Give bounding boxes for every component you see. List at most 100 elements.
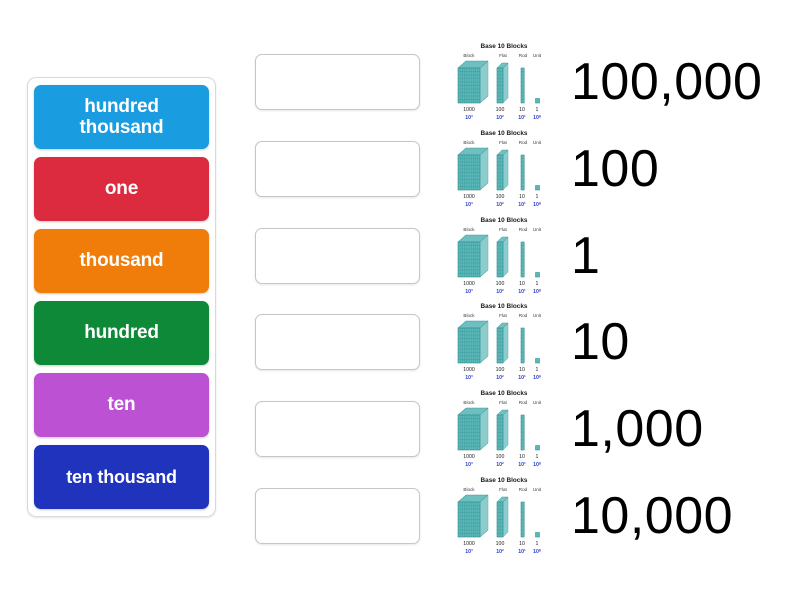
answer-row-1: Base 10 Blocks Block Flat Rod Unit 1000 … [455, 39, 795, 125]
svg-text:100: 100 [496, 281, 505, 287]
svg-text:Base 10 Blocks: Base 10 Blocks [481, 217, 528, 224]
numeral-value: 10,000 [571, 487, 734, 545]
base10-blocks-figure: Base 10 Blocks Block Flat Rod Unit 1000 … [455, 299, 553, 385]
drop-zone-1[interactable] [255, 54, 420, 110]
svg-text:1: 1 [536, 194, 539, 200]
svg-text:Flat: Flat [499, 140, 507, 145]
word-tile-one[interactable]: one [34, 157, 209, 221]
svg-text:10²: 10² [496, 462, 504, 468]
svg-text:10¹: 10¹ [518, 375, 526, 381]
svg-text:Unit: Unit [533, 313, 542, 318]
svg-text:Rod: Rod [519, 487, 528, 492]
svg-text:10⁰: 10⁰ [533, 549, 541, 555]
svg-text:Flat: Flat [499, 53, 507, 58]
svg-text:100: 100 [496, 367, 505, 373]
svg-text:10²: 10² [496, 375, 504, 381]
svg-text:10: 10 [519, 454, 525, 460]
svg-text:10: 10 [519, 194, 525, 200]
svg-text:1: 1 [536, 107, 539, 113]
svg-text:Base 10 Blocks: Base 10 Blocks [481, 43, 528, 50]
svg-text:1: 1 [536, 541, 539, 547]
svg-text:Base 10 Blocks: Base 10 Blocks [481, 303, 528, 310]
svg-text:1: 1 [536, 367, 539, 373]
svg-text:1000: 1000 [463, 194, 475, 200]
svg-text:10³: 10³ [465, 289, 473, 295]
word-tile-hundred-thousand[interactable]: hundred thousand [34, 85, 209, 149]
svg-text:10¹: 10¹ [518, 202, 526, 208]
svg-text:10²: 10² [496, 115, 504, 121]
word-tile-tray: hundred thousand one thousand hundred te… [27, 77, 216, 517]
svg-text:100: 100 [496, 107, 505, 113]
svg-text:100: 100 [496, 194, 505, 200]
base10-blocks-figure: Base 10 Blocks Block Flat Rod Unit 1000 … [455, 39, 553, 125]
svg-text:Unit: Unit [533, 400, 542, 405]
svg-text:1000: 1000 [463, 541, 475, 547]
svg-text:10⁰: 10⁰ [533, 115, 541, 121]
svg-text:Block: Block [463, 53, 475, 58]
svg-text:Base 10 Blocks: Base 10 Blocks [481, 390, 528, 397]
answer-row-5: Base 10 Blocks Block Flat Rod Unit 1000 … [455, 386, 795, 472]
activity-canvas: hundred thousand one thousand hundred te… [0, 0, 800, 600]
word-tile-hundred[interactable]: hundred [34, 301, 209, 365]
svg-text:Flat: Flat [499, 313, 507, 318]
svg-text:Flat: Flat [499, 227, 507, 232]
svg-text:Block: Block [463, 227, 475, 232]
svg-text:10: 10 [519, 367, 525, 373]
svg-text:10²: 10² [496, 289, 504, 295]
svg-text:10¹: 10¹ [518, 115, 526, 121]
svg-text:10³: 10³ [465, 375, 473, 381]
svg-text:10¹: 10¹ [518, 289, 526, 295]
svg-text:Block: Block [463, 140, 475, 145]
svg-text:10¹: 10¹ [518, 549, 526, 555]
word-tile-thousand[interactable]: thousand [34, 229, 209, 293]
svg-text:1: 1 [536, 281, 539, 287]
drop-zone-2[interactable] [255, 141, 420, 197]
svg-text:Unit: Unit [533, 53, 542, 58]
svg-text:Rod: Rod [519, 227, 528, 232]
word-tile-ten-thousand[interactable]: ten thousand [34, 445, 209, 509]
svg-text:10⁰: 10⁰ [533, 289, 541, 295]
svg-text:Rod: Rod [519, 53, 528, 58]
answer-row-6: Base 10 Blocks Block Flat Rod Unit 1000 … [455, 473, 795, 559]
svg-text:Rod: Rod [519, 140, 528, 145]
svg-text:10³: 10³ [465, 549, 473, 555]
svg-text:Base 10 Blocks: Base 10 Blocks [481, 477, 528, 484]
svg-text:10³: 10³ [465, 462, 473, 468]
answer-row-2: Base 10 Blocks Block Flat Rod Unit 1000 … [455, 126, 795, 212]
svg-text:Rod: Rod [519, 313, 528, 318]
drop-zone-6[interactable] [255, 488, 420, 544]
svg-text:10³: 10³ [465, 115, 473, 121]
svg-text:Block: Block [463, 313, 475, 318]
base10-blocks-figure: Base 10 Blocks Block Flat Rod Unit 1000 … [455, 213, 553, 299]
base10-blocks-figure: Base 10 Blocks Block Flat Rod Unit 1000 … [455, 473, 553, 559]
drop-zone-4[interactable] [255, 314, 420, 370]
numeral-value: 1 [571, 227, 601, 285]
svg-text:Block: Block [463, 400, 475, 405]
svg-text:Base 10 Blocks: Base 10 Blocks [481, 130, 528, 137]
svg-text:Unit: Unit [533, 487, 542, 492]
word-tile-ten[interactable]: ten [34, 373, 209, 437]
answer-row-4: Base 10 Blocks Block Flat Rod Unit 1000 … [455, 299, 795, 385]
svg-text:1000: 1000 [463, 367, 475, 373]
drop-zone-5[interactable] [255, 401, 420, 457]
base10-blocks-figure: Base 10 Blocks Block Flat Rod Unit 1000 … [455, 386, 553, 472]
svg-text:Unit: Unit [533, 140, 542, 145]
base10-blocks-figure: Base 10 Blocks Block Flat Rod Unit 1000 … [455, 126, 553, 212]
svg-text:Flat: Flat [499, 487, 507, 492]
svg-text:100: 100 [496, 541, 505, 547]
svg-text:Rod: Rod [519, 400, 528, 405]
svg-text:1000: 1000 [463, 454, 475, 460]
svg-text:Unit: Unit [533, 227, 542, 232]
svg-text:Block: Block [463, 487, 475, 492]
svg-text:10²: 10² [496, 549, 504, 555]
numeral-value: 100,000 [571, 53, 763, 111]
answer-row-3: Base 10 Blocks Block Flat Rod Unit 1000 … [455, 213, 795, 299]
svg-text:10⁰: 10⁰ [533, 462, 541, 468]
numeral-value: 100 [571, 140, 660, 198]
svg-text:10: 10 [519, 281, 525, 287]
numeral-value: 1,000 [571, 400, 704, 458]
svg-text:100: 100 [496, 454, 505, 460]
svg-text:10: 10 [519, 541, 525, 547]
svg-text:Flat: Flat [499, 400, 507, 405]
drop-zone-3[interactable] [255, 228, 420, 284]
